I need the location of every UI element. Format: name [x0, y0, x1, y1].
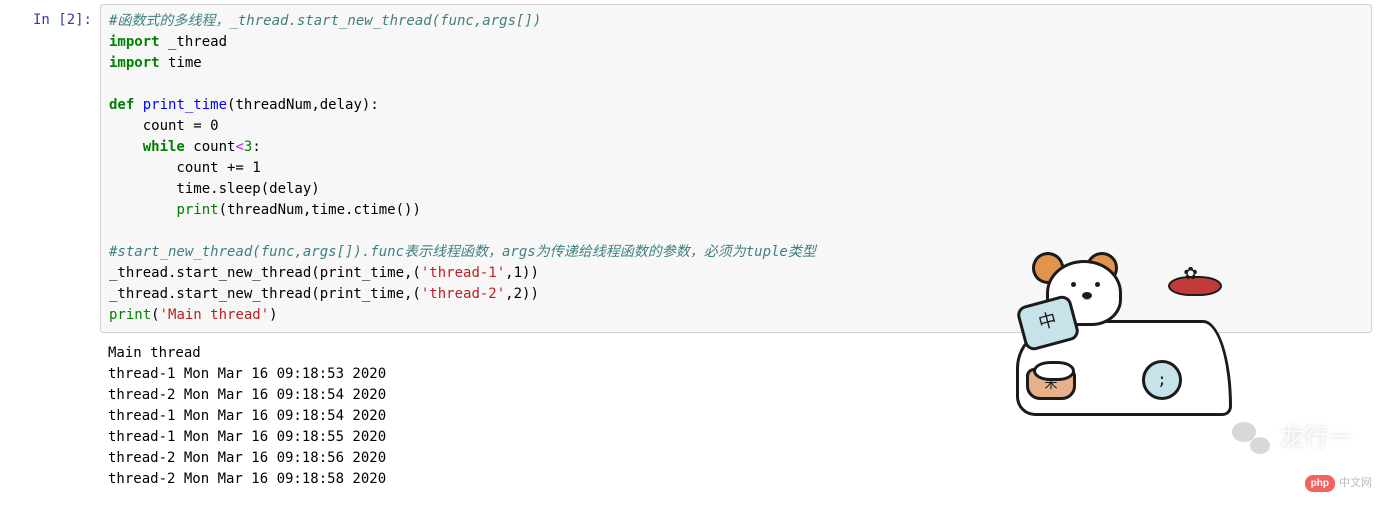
code-text: _thread — [160, 34, 227, 50]
code-text: ,2)) — [505, 286, 539, 302]
code-indent — [109, 202, 176, 218]
str-literal: 'thread-2' — [421, 286, 505, 302]
op-lt: < — [235, 139, 243, 155]
mascot-ball-icon: ; — [1142, 360, 1182, 400]
code-text: (threadNum,time.ctime()) — [219, 202, 421, 218]
mascot-eye-icon — [1095, 282, 1100, 287]
php-pill-icon: php — [1305, 475, 1335, 492]
builtin-print: print — [109, 307, 151, 323]
phpcn-watermark: php 中文网 — [1305, 475, 1372, 492]
kw-import: import — [109, 55, 160, 71]
watermark-text: 龙行一 — [1280, 420, 1352, 456]
mascot-bowl-icon — [1026, 368, 1076, 400]
output-line: thread-2 Mon Mar 16 09:18:58 2020 — [108, 471, 386, 487]
code-text: time — [160, 55, 202, 71]
str-literal: 'thread-1' — [421, 265, 505, 281]
wechat-icon — [1232, 422, 1270, 454]
mascot-nose-icon — [1082, 292, 1092, 299]
output-line: thread-2 Mon Mar 16 09:18:54 2020 — [108, 387, 386, 403]
gear-icon — [1168, 276, 1222, 296]
code-text: count += 1 — [109, 160, 261, 176]
phpcn-text: 中文网 — [1339, 475, 1372, 492]
code-text — [134, 97, 142, 113]
output-line: thread-2 Mon Mar 16 09:18:56 2020 — [108, 450, 386, 466]
builtin-print: print — [176, 202, 218, 218]
output-line: Main thread — [108, 345, 201, 361]
code-text: _thread.start_new_thread(print_time,( — [109, 265, 421, 281]
code-comment: #start_new_thread(func,args[]).func表示线程函… — [109, 244, 816, 260]
output-line: thread-1 Mon Mar 16 09:18:55 2020 — [108, 429, 386, 445]
watermark-wechat: 龙行一 — [1232, 420, 1352, 456]
code-text: (threadNum,delay): — [227, 97, 379, 113]
stdout-output: Main thread thread-1 Mon Mar 16 09:18:53… — [100, 337, 394, 496]
output-prompt — [0, 337, 100, 496]
str-literal: 'Main thread' — [160, 307, 270, 323]
code-indent — [109, 139, 143, 155]
code-text: count — [185, 139, 236, 155]
code-text: ,1)) — [505, 265, 539, 281]
func-name: print_time — [143, 97, 227, 113]
code-text: : — [252, 139, 260, 155]
kw-while: while — [143, 139, 185, 155]
kw-import: import — [109, 34, 160, 50]
output-line: thread-1 Mon Mar 16 09:18:53 2020 — [108, 366, 386, 382]
output-line: thread-1 Mon Mar 16 09:18:54 2020 — [108, 408, 386, 424]
code-comment: #函数式的多线程，_thread.start_new_thread(func,a… — [109, 13, 541, 29]
input-prompt: In [2]: — [0, 4, 100, 333]
code-text: time.sleep(delay) — [109, 181, 320, 197]
code-text: ) — [269, 307, 277, 323]
code-text: ( — [151, 307, 159, 323]
code-text: _thread.start_new_thread(print_time,( — [109, 286, 421, 302]
code-text: count = 0 — [109, 118, 219, 134]
mascot-eye-icon — [1071, 282, 1076, 287]
kw-def: def — [109, 97, 134, 113]
